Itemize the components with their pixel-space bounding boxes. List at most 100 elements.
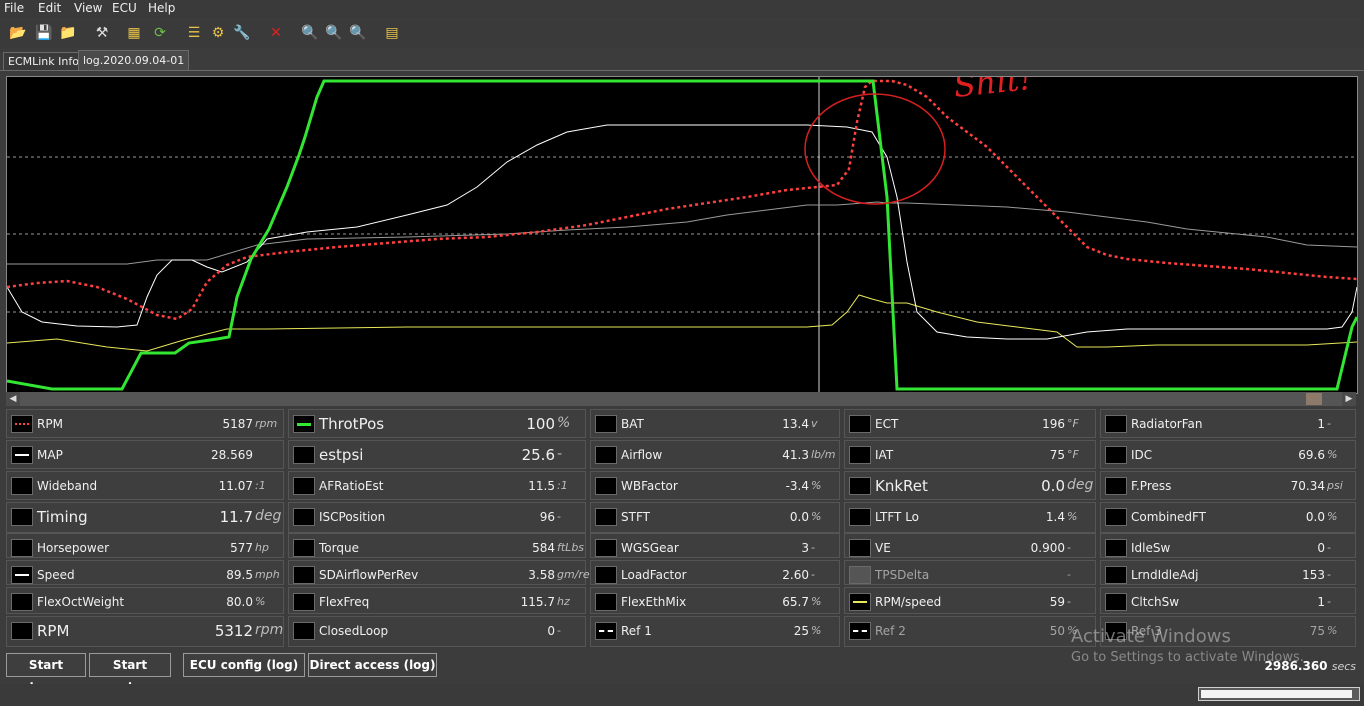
trace-color-swatch[interactable] bbox=[1105, 415, 1127, 433]
trace-color-swatch[interactable] bbox=[1105, 566, 1127, 584]
trace-color-swatch[interactable] bbox=[293, 566, 315, 584]
menu-view[interactable]: View bbox=[74, 1, 102, 15]
param-wgsgear[interactable]: WGSGear 3- bbox=[590, 533, 840, 558]
trace-color-swatch[interactable] bbox=[11, 593, 33, 611]
config-icon[interactable]: ⚙ bbox=[208, 23, 228, 43]
tab-ecmlink-info[interactable]: ECMLink Info bbox=[3, 52, 84, 70]
save-icon[interactable]: 💾 bbox=[34, 23, 54, 43]
zoom-in-icon[interactable]: 🔍 bbox=[324, 23, 344, 43]
param-ref-2[interactable]: Ref 2 50% bbox=[844, 616, 1096, 647]
param-torque[interactable]: Torque 584 ftLbs bbox=[288, 533, 586, 558]
param-speed[interactable]: Speed 89.5 mph bbox=[6, 560, 284, 585]
param-wbfactor[interactable]: WBFactor -3.4% bbox=[590, 471, 840, 500]
scroll-thumb[interactable] bbox=[1306, 393, 1322, 405]
param-idlesw[interactable]: IdleSw 0- bbox=[1100, 533, 1356, 558]
scroll-right-arrow-icon[interactable]: ▶ bbox=[1342, 392, 1356, 406]
param-wideband[interactable]: Wideband 11.07:1 bbox=[6, 471, 284, 500]
param-f-press[interactable]: F.Press 70.34 psi bbox=[1100, 471, 1356, 500]
param-iat[interactable]: IAT 75 °F bbox=[844, 440, 1096, 469]
direct-access-button[interactable]: Direct access (log) bbox=[308, 653, 437, 677]
tools-icon[interactable]: ⚒ bbox=[92, 23, 112, 43]
chart-scrollbar[interactable]: ◀ ▶ bbox=[6, 392, 1356, 406]
trace-color-swatch[interactable] bbox=[849, 539, 871, 557]
param-throtpos[interactable]: ThrotPos 100% bbox=[288, 409, 586, 438]
param-loadfactor[interactable]: LoadFactor 2.60- bbox=[590, 560, 840, 585]
list-icon[interactable]: ☰ bbox=[184, 23, 204, 43]
start-capture-button[interactable]: Start capture bbox=[89, 653, 171, 694]
refresh-icon[interactable]: ⟳ bbox=[150, 23, 170, 43]
menu-edit[interactable]: Edit bbox=[38, 1, 61, 15]
param-estpsi[interactable]: estpsi 25.6- bbox=[288, 440, 586, 469]
param-ltft-lo[interactable]: LTFT Lo 1.4% bbox=[844, 502, 1096, 533]
open-folder-icon[interactable]: 📂 bbox=[8, 23, 28, 43]
param-rpm-speed[interactable]: RPM/speed 59- bbox=[844, 587, 1096, 614]
trace-color-swatch[interactable] bbox=[11, 566, 33, 584]
trace-color-swatch[interactable] bbox=[1105, 508, 1127, 526]
menu-ecu[interactable]: ECU bbox=[112, 1, 137, 15]
param-flexethmix[interactable]: FlexEthMix 65.7% bbox=[590, 587, 840, 614]
trace-color-swatch[interactable] bbox=[293, 477, 315, 495]
trace-color-swatch[interactable] bbox=[11, 508, 33, 526]
trace-color-swatch[interactable] bbox=[293, 593, 315, 611]
trace-color-swatch[interactable] bbox=[849, 566, 871, 584]
trace-color-swatch[interactable] bbox=[11, 477, 33, 495]
trace-color-swatch[interactable] bbox=[293, 622, 315, 640]
trace-color-swatch[interactable] bbox=[11, 622, 33, 640]
trace-color-swatch[interactable] bbox=[595, 508, 617, 526]
param-bat[interactable]: BAT 13.4 v bbox=[590, 409, 840, 438]
menu-file[interactable]: File bbox=[4, 1, 24, 15]
trace-color-swatch[interactable] bbox=[1105, 539, 1127, 557]
param-flexfreq[interactable]: FlexFreq 115.7 hz bbox=[288, 587, 586, 614]
trace-color-swatch[interactable] bbox=[1105, 593, 1127, 611]
trace-color-swatch[interactable] bbox=[849, 415, 871, 433]
trace-color-swatch[interactable] bbox=[293, 446, 315, 464]
param-radiatorfan[interactable]: RadiatorFan 1- bbox=[1100, 409, 1356, 438]
menu-help[interactable]: Help bbox=[148, 1, 175, 15]
trace-color-swatch[interactable] bbox=[595, 415, 617, 433]
param-rpm[interactable]: RPM 5187 rpm bbox=[6, 409, 284, 438]
trace-color-swatch[interactable] bbox=[1105, 477, 1127, 495]
param-ect[interactable]: ECT 196 °F bbox=[844, 409, 1096, 438]
report-icon[interactable]: ▤ bbox=[382, 23, 402, 43]
param-timing[interactable]: Timing 11.7 deg bbox=[6, 502, 284, 533]
param-idc[interactable]: IDC 69.6% bbox=[1100, 440, 1356, 469]
param-tpsdelta[interactable]: TPSDelta - bbox=[844, 560, 1096, 585]
start-stream-button[interactable]: Start stream bbox=[6, 653, 86, 694]
trace-color-swatch[interactable] bbox=[11, 539, 33, 557]
trace-color-swatch[interactable] bbox=[595, 477, 617, 495]
log-chart[interactable]: Shit! bbox=[6, 59, 1359, 394]
trace-color-swatch[interactable] bbox=[293, 508, 315, 526]
chart-settings-icon[interactable]: ▦ bbox=[124, 23, 144, 43]
trace-color-swatch[interactable] bbox=[595, 446, 617, 464]
param-afratioest[interactable]: AFRatioEst 11.5:1 bbox=[288, 471, 586, 500]
close-red-icon[interactable]: ✕ bbox=[266, 23, 286, 43]
trace-color-swatch[interactable] bbox=[849, 477, 871, 495]
zoom-reset-icon[interactable]: 🔍 bbox=[300, 23, 320, 43]
param-horsepower[interactable]: Horsepower 577 hp bbox=[6, 533, 284, 558]
trace-color-swatch[interactable] bbox=[595, 593, 617, 611]
trace-color-swatch[interactable] bbox=[293, 539, 315, 557]
folder-icon[interactable]: 📁 bbox=[58, 23, 78, 43]
param-sdairflowperrev[interactable]: SDAirflowPerRev 3.58 gm/rev bbox=[288, 560, 596, 585]
param-map[interactable]: MAP 28.569 bbox=[6, 440, 284, 469]
trace-color-swatch[interactable] bbox=[849, 622, 871, 640]
trace-color-swatch[interactable] bbox=[595, 539, 617, 557]
param-closedloop[interactable]: ClosedLoop 0- bbox=[288, 616, 586, 647]
trace-color-swatch[interactable] bbox=[849, 508, 871, 526]
zoom-out-icon[interactable]: 🔍 bbox=[348, 23, 368, 43]
param-knkret[interactable]: KnkRet 0.0 deg bbox=[844, 471, 1096, 500]
trace-color-swatch[interactable] bbox=[11, 446, 33, 464]
trace-color-swatch[interactable] bbox=[849, 593, 871, 611]
param-cltchsw[interactable]: CltchSw 1- bbox=[1100, 587, 1356, 614]
param-lrndidleadj[interactable]: LrndIdleAdj 153- bbox=[1100, 560, 1356, 585]
param-ref-1[interactable]: Ref 1 25% bbox=[590, 616, 840, 647]
wrench-icon[interactable]: 🔧 bbox=[232, 23, 252, 43]
trace-color-swatch[interactable] bbox=[11, 415, 33, 433]
tab-log[interactable]: log.2020.09.04-01 bbox=[78, 50, 190, 70]
trace-color-swatch[interactable] bbox=[595, 622, 617, 640]
param-combinedft[interactable]: CombinedFT 0.0% bbox=[1100, 502, 1356, 533]
param-rpm[interactable]: RPM 5312 rpm bbox=[6, 616, 284, 647]
param-stft[interactable]: STFT 0.0% bbox=[590, 502, 840, 533]
trace-color-swatch[interactable] bbox=[1105, 446, 1127, 464]
scroll-left-arrow-icon[interactable]: ◀ bbox=[6, 392, 20, 406]
